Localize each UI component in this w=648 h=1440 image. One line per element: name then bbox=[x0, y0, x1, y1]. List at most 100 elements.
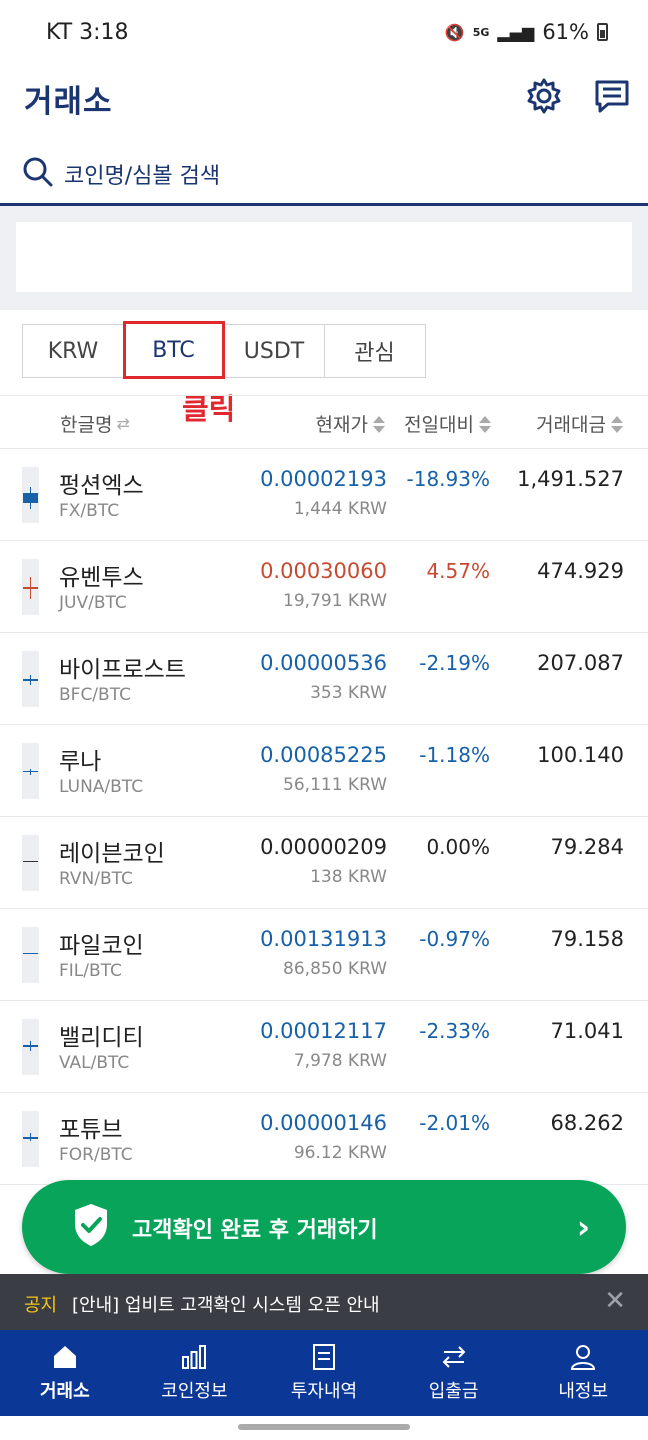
table-header: 한글명 ⇄ 현재가 전일대비 거래대금 bbox=[0, 395, 648, 449]
tab-favorites[interactable]: 관심 bbox=[323, 324, 426, 378]
table-row[interactable]: 펑션엑스 FX/BTC 0.00002193 1,444 KRW -18.93%… bbox=[0, 449, 648, 541]
coin-symbol: VAL/BTC bbox=[59, 1053, 130, 1073]
coin-price-krw: 96.12 KRW bbox=[293, 1143, 387, 1163]
coin-price: 0.00000146 bbox=[260, 1111, 387, 1135]
nav-my-info[interactable]: 내정보 bbox=[518, 1330, 648, 1416]
coin-change: -2.33% bbox=[419, 1019, 490, 1043]
coin-symbol: BFC/BTC bbox=[59, 685, 131, 705]
coin-price-krw: 7,978 KRW bbox=[293, 1051, 387, 1071]
coin-name: 파일코인 bbox=[59, 933, 144, 959]
coin-price: 0.00085225 bbox=[260, 743, 387, 767]
coin-change: -0.97% bbox=[419, 927, 490, 951]
coin-symbol: RVN/BTC bbox=[59, 869, 133, 889]
coin-price: 0.00000209 bbox=[260, 835, 387, 859]
search-bar[interactable]: 코인명/심볼 검색 bbox=[0, 140, 648, 206]
nav-deposit-withdraw[interactable]: 입출금 bbox=[389, 1330, 519, 1416]
coin-volume: 79.158 bbox=[550, 927, 624, 951]
coin-price-krw: 1,444 KRW bbox=[293, 499, 387, 519]
coin-price: 0.00030060 bbox=[260, 559, 387, 583]
header-volume-label: 거래대금 bbox=[536, 414, 606, 436]
coin-name: 유벤투스 bbox=[59, 565, 144, 591]
coin-price: 0.00002193 bbox=[260, 467, 387, 491]
coin-volume: 71.041 bbox=[550, 1019, 624, 1043]
coin-change: 0.00% bbox=[426, 835, 490, 859]
tab-btc[interactable]: BTC bbox=[122, 321, 225, 379]
coin-change: -1.18% bbox=[419, 743, 490, 767]
notice-tag: 공지 bbox=[24, 1295, 58, 1316]
coin-symbol: LUNA/BTC bbox=[59, 777, 144, 797]
coin-symbol: FIL/BTC bbox=[59, 961, 122, 981]
sort-icon bbox=[610, 414, 624, 434]
coin-volume: 100.140 bbox=[537, 743, 624, 767]
search-input[interactable]: 코인명/심볼 검색 bbox=[64, 158, 220, 190]
nav-exchange[interactable]: 거래소 bbox=[0, 1330, 130, 1416]
market-tabs: KRW BTC USDT 관심 bbox=[22, 321, 426, 379]
coin-name: 바이프로스트 bbox=[59, 657, 186, 683]
coin-price: 0.00012117 bbox=[260, 1019, 387, 1043]
table-row[interactable]: 레이븐코인 RVN/BTC 0.00000209 138 KRW 0.00% 7… bbox=[0, 817, 648, 909]
sort-price[interactable]: 현재가 bbox=[316, 410, 386, 437]
nav-coin-info[interactable]: 코인정보 bbox=[130, 1330, 260, 1416]
coin-change: -18.93% bbox=[406, 467, 490, 491]
sort-name[interactable]: 한글명 ⇄ bbox=[60, 410, 130, 437]
bottom-nav: 거래소 코인정보 투자내역 입출금 내정보 bbox=[0, 1330, 648, 1416]
coin-symbol: FX/BTC bbox=[59, 501, 120, 521]
sort-icon bbox=[372, 414, 386, 434]
app-header: 거래소 bbox=[0, 68, 648, 126]
chat-icon[interactable] bbox=[592, 76, 632, 116]
document-icon bbox=[312, 1344, 335, 1370]
close-icon[interactable]: ✕ bbox=[604, 1286, 626, 1316]
coin-name: 밸리디티 bbox=[59, 1025, 144, 1051]
coin-price-krw: 19,791 KRW bbox=[283, 591, 387, 611]
sort-volume[interactable]: 거래대금 bbox=[536, 410, 624, 437]
table-row[interactable]: 루나 LUNA/BTC 0.00085225 56,111 KRW -1.18%… bbox=[0, 725, 648, 817]
coin-volume: 68.262 bbox=[550, 1111, 624, 1135]
coin-name: 포튜브 bbox=[59, 1117, 123, 1143]
notice-bar[interactable]: 공지 [안내] 업비트 고객확인 시스템 오픈 안내 ✕ bbox=[0, 1274, 648, 1330]
bar-chart-icon bbox=[182, 1345, 207, 1369]
table-row[interactable]: 바이프로스트 BFC/BTC 0.00000536 353 KRW -2.19%… bbox=[0, 633, 648, 725]
candle-icon bbox=[22, 467, 39, 523]
coin-change: -2.19% bbox=[419, 651, 490, 675]
page-title: 거래소 bbox=[24, 84, 113, 120]
coin-price: 0.00131913 bbox=[260, 927, 387, 951]
nav-label: 내정보 bbox=[558, 1381, 609, 1402]
battery-icon bbox=[597, 23, 608, 41]
nav-investments[interactable]: 투자내역 bbox=[259, 1330, 389, 1416]
coin-symbol: FOR/BTC bbox=[59, 1145, 133, 1165]
gear-icon[interactable] bbox=[524, 76, 564, 116]
table-row[interactable]: 포튜브 FOR/BTC 0.00000146 96.12 KRW -2.01% … bbox=[0, 1093, 648, 1185]
candle-icon bbox=[22, 743, 39, 799]
banner-area bbox=[0, 206, 648, 310]
header-name-label: 한글명 bbox=[60, 414, 113, 436]
tab-usdt[interactable]: USDT bbox=[223, 324, 325, 378]
header-price-label: 현재가 bbox=[315, 414, 368, 436]
table-row[interactable]: 파일코인 FIL/BTC 0.00131913 86,850 KRW -0.97… bbox=[0, 909, 648, 1001]
system-nav-area bbox=[0, 1416, 648, 1440]
sort-icon bbox=[478, 414, 492, 434]
home-icon bbox=[53, 1346, 76, 1368]
tab-krw[interactable]: KRW bbox=[22, 324, 124, 378]
coin-volume: 474.929 bbox=[537, 559, 624, 583]
coin-list: 펑션엑스 FX/BTC 0.00002193 1,444 KRW -18.93%… bbox=[0, 449, 648, 1185]
swap-icon: ⇄ bbox=[116, 414, 130, 433]
kyc-button[interactable]: 고객확인 완료 후 거래하기 › bbox=[22, 1180, 626, 1274]
candle-icon bbox=[22, 651, 39, 707]
nav-label: 거래소 bbox=[39, 1381, 90, 1402]
mute-icon: 🔇 bbox=[444, 22, 465, 42]
candle-icon bbox=[22, 559, 39, 615]
coin-price-krw: 353 KRW bbox=[310, 683, 387, 703]
table-row[interactable]: 밸리디티 VAL/BTC 0.00012117 7,978 KRW -2.33%… bbox=[0, 1001, 648, 1093]
home-indicator[interactable] bbox=[238, 1424, 410, 1430]
user-icon bbox=[571, 1345, 596, 1370]
table-row[interactable]: 유벤투스 JUV/BTC 0.00030060 19,791 KRW 4.57%… bbox=[0, 541, 648, 633]
coin-name: 펑션엑스 bbox=[59, 473, 144, 499]
chevron-right-icon: › bbox=[576, 1208, 590, 1246]
sort-change[interactable]: 전일대비 bbox=[404, 410, 492, 437]
coin-symbol: JUV/BTC bbox=[59, 593, 127, 613]
banner[interactable] bbox=[16, 222, 632, 292]
notice-text[interactable]: [안내] 업비트 고객확인 시스템 오픈 안내 bbox=[72, 1291, 380, 1317]
coin-volume: 79.284 bbox=[550, 835, 624, 859]
status-bar: KT 3:18 🔇 5G ▂▄▆ 61% bbox=[0, 0, 648, 68]
carrier-time: KT 3:18 bbox=[46, 20, 129, 45]
